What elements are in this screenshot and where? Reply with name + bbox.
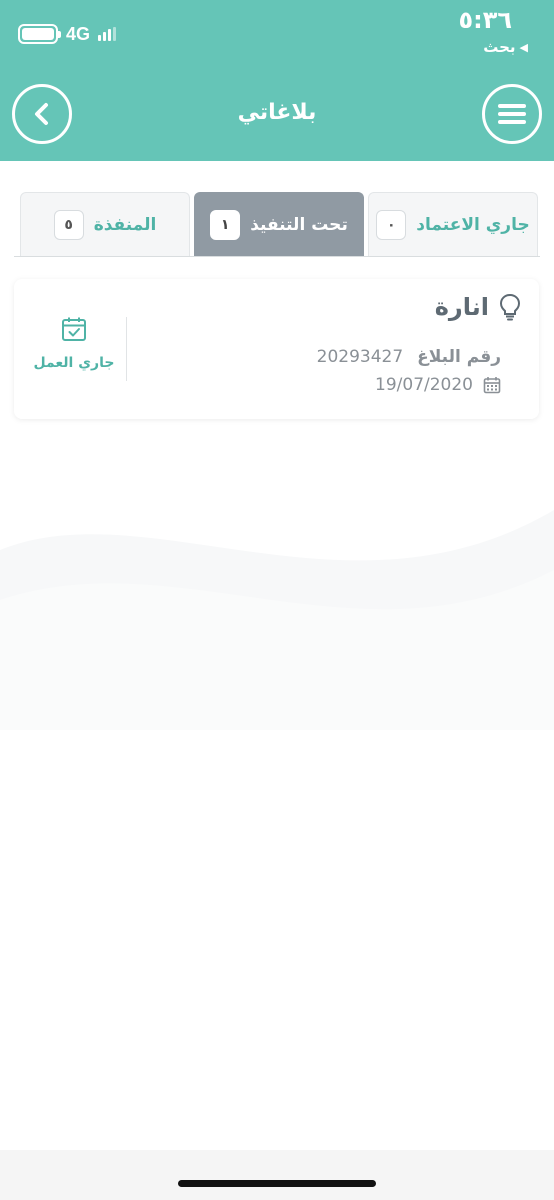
signal-icon bbox=[98, 27, 117, 41]
tab-count-badge: ١ bbox=[210, 209, 241, 240]
tab-label: المنفذة bbox=[93, 214, 157, 235]
tab-in-progress[interactable]: تحت التنفيذ ١ bbox=[194, 192, 364, 256]
status-tabs: جاري الاعتماد ٠ تحت التنفيذ ١ المنفذة ٥ bbox=[20, 192, 538, 256]
tabs-divider bbox=[14, 256, 540, 257]
report-date-value: 19/07/2020 bbox=[375, 375, 473, 395]
card-divider bbox=[126, 317, 127, 381]
hamburger-menu-icon bbox=[498, 104, 526, 124]
tab-completed[interactable]: المنفذة ٥ bbox=[20, 192, 190, 256]
status-carrier: ◀ بحث bbox=[483, 38, 528, 56]
report-title: انارة bbox=[434, 293, 489, 321]
menu-button[interactable] bbox=[482, 84, 542, 144]
report-date-row: 19/07/2020 bbox=[375, 375, 501, 395]
report-number-value: 20293427 bbox=[316, 347, 404, 367]
tab-count-badge: ٥ bbox=[53, 209, 84, 240]
battery-icon bbox=[18, 24, 61, 44]
tab-count-badge: ٠ bbox=[376, 209, 407, 240]
report-status-label: جاري العمل bbox=[33, 355, 115, 371]
page-title: بلاغاتي bbox=[237, 100, 317, 125]
status-time: ٥:٣٦ bbox=[458, 6, 512, 34]
tab-label: تحت التنفيذ bbox=[250, 214, 348, 235]
report-card[interactable]: انارة رقم البلاغ 20293427 19/07/2020 جار… bbox=[14, 279, 539, 419]
report-number-row: رقم البلاغ 20293427 bbox=[317, 347, 501, 367]
app-header: 4G ٥:٣٦ ◀ بحث بلاغاتي bbox=[0, 0, 554, 161]
home-indicator[interactable] bbox=[178, 1180, 376, 1187]
report-title-row: انارة bbox=[435, 293, 521, 321]
report-status: جاري العمل bbox=[24, 315, 124, 371]
bottom-area bbox=[0, 1150, 554, 1200]
lightbulb-icon bbox=[499, 293, 521, 321]
background-wave bbox=[0, 510, 554, 730]
report-number-label: رقم البلاغ bbox=[417, 347, 501, 367]
calendar-check-icon bbox=[62, 317, 86, 341]
tab-pending-approval[interactable]: جاري الاعتماد ٠ bbox=[368, 192, 538, 256]
calendar-icon bbox=[483, 377, 501, 394]
status-bar-left: 4G bbox=[18, 22, 117, 46]
play-icon: ◀ bbox=[519, 40, 528, 54]
network-type: 4G bbox=[66, 23, 91, 44]
carrier-label: بحث bbox=[483, 38, 516, 56]
tab-label: جاري الاعتماد bbox=[416, 214, 530, 235]
